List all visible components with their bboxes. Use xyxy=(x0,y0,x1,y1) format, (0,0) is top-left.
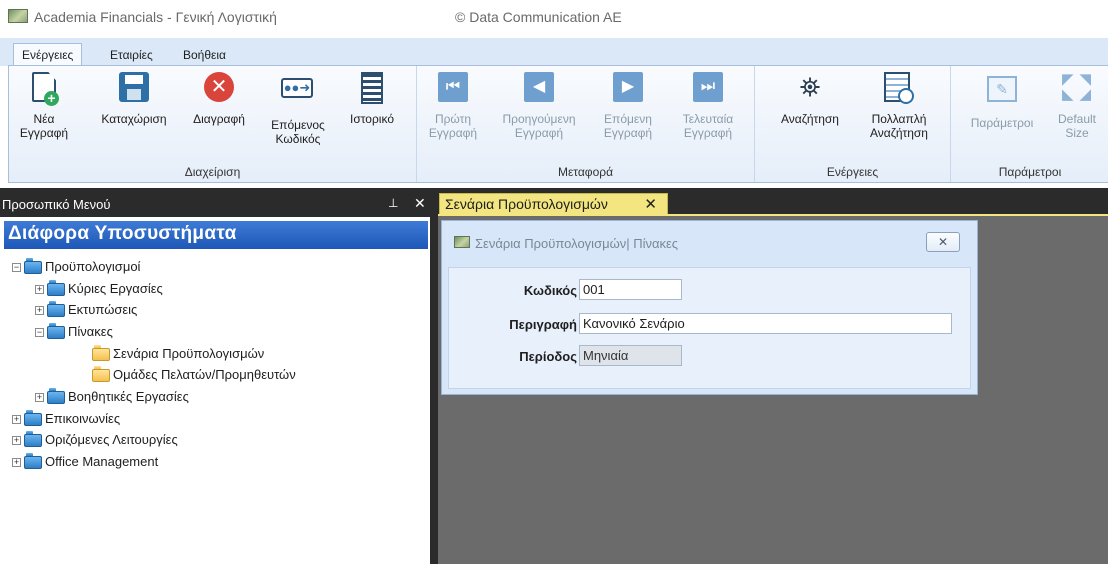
delete-button[interactable]: ✕ Διαγραφή xyxy=(183,72,255,126)
menu-bar: Ενέργειες Εταιρίες Βοήθεια xyxy=(0,38,1108,67)
next-code-button[interactable]: ●●➜ Επόμενος Κωδικός xyxy=(261,72,335,146)
app-logo-icon xyxy=(8,9,28,23)
menu-tab-actions[interactable]: Ενέργειες xyxy=(13,43,83,67)
expand-icon[interactable]: + xyxy=(12,436,21,446)
tree-item[interactable]: Σενάρια Προϋπολογισμών xyxy=(92,345,264,364)
tree-item[interactable]: + Εκτυπώσεις xyxy=(35,301,137,320)
close-icon[interactable]: ✕ xyxy=(644,195,657,213)
tree-item[interactable]: − Προϋπολογισμοί xyxy=(12,258,140,277)
expand-icon[interactable]: + xyxy=(12,415,21,425)
folder-icon xyxy=(47,280,65,297)
ribbon-group-navigation: ⏮ Πρώτη Εγγραφή ◀ Προηγούμενη Εγγραφή ▶ … xyxy=(417,66,755,182)
default-size-button[interactable]: ◤◥ ◣◢ Default Size xyxy=(1051,72,1103,140)
window-title: Academia Financials - Γενική Λογιστική xyxy=(34,9,277,25)
app-logo-icon xyxy=(454,236,470,248)
ribbon-group-actions: ⛯ Αναζήτηση Πολλαπλή Αναζήτηση Ενέργειες xyxy=(755,66,951,182)
folder-icon xyxy=(24,410,42,427)
previous-record-button[interactable]: ◀ Προηγούμενη Εγγραφή xyxy=(495,72,583,140)
tree-item[interactable]: + Βοηθητικές Εργασίες xyxy=(35,388,189,407)
last-record-icon: ⏭ xyxy=(693,72,723,106)
first-record-button[interactable]: ⏮ Πρώτη Εγγραφή xyxy=(423,72,483,140)
parameters-button[interactable]: ✎ Παράμετροι xyxy=(963,72,1041,130)
save-icon xyxy=(119,72,149,106)
folder-icon xyxy=(92,366,110,383)
code-label: Κωδικός xyxy=(523,283,577,298)
last-record-button[interactable]: ⏭ Τελευταία Εγγραφή xyxy=(671,72,745,140)
ribbon-group-label: Μεταφορά xyxy=(557,165,614,179)
ribbon-group-parameters: ✎ Παράμετροι ◤◥ ◣◢ Default Size Παράμετρο… xyxy=(951,66,1108,182)
menu-tab-companies[interactable]: Εταιρίες xyxy=(102,44,161,66)
folder-icon xyxy=(47,388,65,405)
folder-icon xyxy=(47,323,65,340)
ribbon-group-label: Ενέργειες xyxy=(826,165,879,179)
folder-icon xyxy=(24,431,42,448)
next-code-icon: ●●➜ xyxy=(281,78,315,112)
dialog-close-button[interactable]: ✕ xyxy=(926,232,960,252)
ribbon-group-management: + Νέα Εγγραφή Καταχώριση ✕ Διαγραφή ●●➜ … xyxy=(9,66,417,182)
folder-icon xyxy=(47,301,65,318)
folder-icon xyxy=(24,453,42,470)
copyright-text: © Data Communication AE xyxy=(455,9,622,25)
document-tab-budget-scenarios[interactable]: Σενάρια Προϋπολογισμών ✕ xyxy=(439,193,668,215)
close-icon[interactable]: ✕ xyxy=(414,195,426,212)
parameters-icon: ✎ xyxy=(987,76,1017,110)
history-button[interactable]: Ιστορικό xyxy=(337,72,407,126)
default-size-icon: ◤◥ ◣◢ xyxy=(1062,71,1098,103)
ribbon-group-label: Διαχείριση xyxy=(184,165,241,179)
multi-search-icon xyxy=(884,72,914,106)
tree-item[interactable]: + Επικοινωνίες xyxy=(12,410,120,429)
tree-item[interactable]: + Οριζόμενες Λειτουργίες xyxy=(12,431,178,450)
tree-item[interactable]: + Κύριες Εργασίες xyxy=(35,280,163,299)
tree-item[interactable]: − Πίνακες xyxy=(35,323,113,342)
pin-icon[interactable]: ⊥ xyxy=(388,196,398,210)
menu-tab-help[interactable]: Βοήθεια xyxy=(175,44,234,66)
personal-menu-header: Προσωπικό Μενού ⊥ ✕ xyxy=(0,193,432,217)
description-label: Περιγραφή xyxy=(509,317,577,332)
window-titlebar: Academia Financials - Γενική Λογιστική ©… xyxy=(0,0,1108,38)
search-button[interactable]: ⛯ Αναζήτηση xyxy=(771,72,849,126)
delete-icon: ✕ xyxy=(204,72,234,106)
module-title: Διάφορα Υποσυστήματα xyxy=(4,221,428,249)
personal-menu-panel: Διάφορα Υποσυστήματα − Προϋπολογισμοί + Κύ… xyxy=(0,217,432,564)
budget-scenarios-dialog: Σενάρια Προϋπολογισμών| Πίνακες ✕ Κωδικό… xyxy=(441,220,978,395)
next-record-button[interactable]: ▶ Επόμενη Εγγραφή xyxy=(595,72,661,140)
multi-search-button[interactable]: Πολλαπλή Αναζήτηση xyxy=(857,72,941,140)
ribbon: + Νέα Εγγραφή Καταχώριση ✕ Διαγραφή ●●➜ … xyxy=(8,65,1108,183)
new-record-button[interactable]: + Νέα Εγγραφή xyxy=(15,72,73,140)
dialog-form: Κωδικός Περιγραφή Περίοδος xyxy=(448,267,971,389)
binoculars-icon: ⛯ xyxy=(799,72,821,102)
dialog-titlebar: Σενάρια Προϋπολογισμών| Πίνακες ✕ xyxy=(442,221,977,267)
dialog-title: Σενάρια Προϋπολογισμών| Πίνακες xyxy=(475,236,679,251)
new-record-icon: + xyxy=(29,72,59,106)
panel-title: Προσωπικό Μενού xyxy=(2,197,111,212)
first-record-icon: ⏮ xyxy=(438,72,468,106)
tree-item[interactable]: Ομάδες Πελατών/Προμηθευτών xyxy=(92,366,296,385)
period-field[interactable] xyxy=(579,345,682,366)
code-field[interactable] xyxy=(579,279,682,300)
expand-icon[interactable]: + xyxy=(35,393,44,403)
collapse-icon[interactable]: − xyxy=(12,263,21,273)
next-record-icon: ▶ xyxy=(613,72,643,106)
tree-item[interactable]: + Office Management xyxy=(12,453,158,472)
folder-icon xyxy=(24,258,42,275)
previous-record-icon: ◀ xyxy=(524,72,554,106)
period-label: Περίοδος xyxy=(519,349,577,364)
ribbon-group-label: Παράμετροι xyxy=(998,165,1062,179)
save-button[interactable]: Καταχώριση xyxy=(91,72,177,126)
folder-icon xyxy=(92,345,110,362)
expand-icon[interactable]: + xyxy=(35,306,44,316)
description-field[interactable] xyxy=(579,313,952,334)
expand-icon[interactable]: + xyxy=(35,285,44,295)
history-icon xyxy=(357,72,387,106)
collapse-icon[interactable]: − xyxy=(35,328,44,338)
document-tab-label: Σενάρια Προϋπολογισμών xyxy=(445,196,608,212)
expand-icon[interactable]: + xyxy=(12,458,21,468)
